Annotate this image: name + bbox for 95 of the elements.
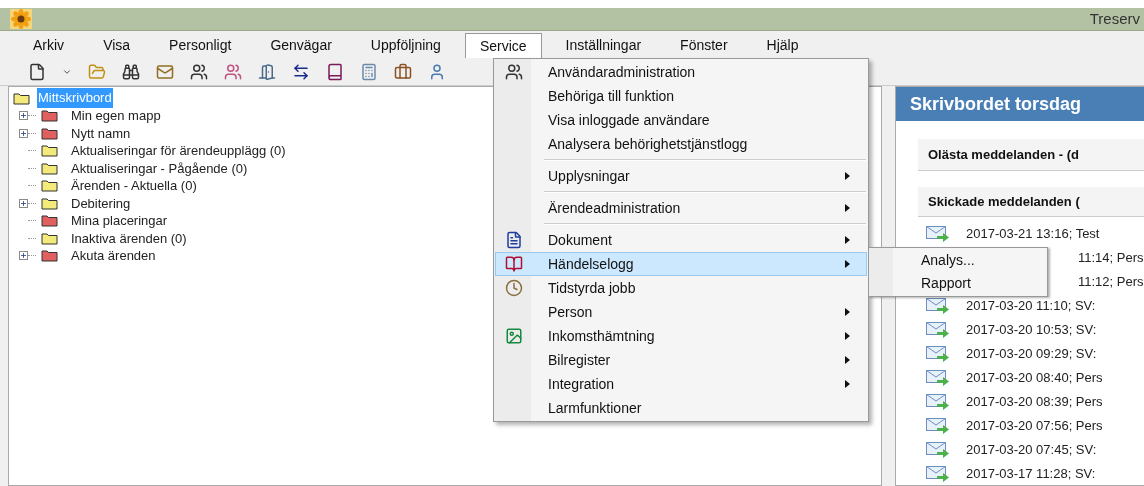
message-link[interactable]: 2017-03-17 11:28; SV: [966, 464, 1096, 484]
menu-label: Visa inloggade användare [548, 110, 710, 130]
menu-label: Integration [548, 374, 615, 394]
menu-label: Dokument [548, 230, 612, 250]
section-title[interactable]: Skickade meddelanden ( [928, 191, 1080, 212]
sent-mail-icon [926, 442, 950, 458]
message-link[interactable]: 2017-03-20 07:56; Pers [966, 416, 1103, 436]
message-link[interactable]: 2017-03-20 10:53; SV: [966, 320, 1097, 340]
menu-item[interactable]: Uppföljning [355, 33, 456, 58]
tree-item[interactable]: Inaktiva ärenden (0) [71, 228, 187, 248]
menu-label: Ärendeadministration [548, 198, 681, 218]
book-icon [505, 255, 523, 273]
window-title: Treserv [1089, 8, 1140, 29]
users-icon [505, 63, 523, 81]
menu-label: Analysera behörighetstjänstlogg [548, 134, 748, 154]
book-icon[interactable] [326, 62, 344, 81]
transfer-icon[interactable] [292, 62, 310, 81]
menu-item[interactable]: Inställningar [550, 33, 657, 58]
message-link[interactable]: 11:12; Pers [1078, 272, 1144, 292]
mail-icon[interactable] [156, 62, 174, 81]
group-icon[interactable] [224, 62, 242, 81]
menu-item[interactable]: Arkiv [18, 33, 80, 58]
dropdown-item[interactable]: Dokument [495, 228, 867, 252]
message-link[interactable]: 2017-03-20 08:39; Pers [966, 392, 1103, 412]
picture-frame-icon [505, 327, 523, 345]
dropdown-item[interactable]: Behöriga till funktion [495, 84, 867, 108]
message-link[interactable]: 2017-03-21 13:16; Test [966, 224, 1100, 244]
menu-label: Inkomsthämtning [548, 326, 655, 346]
sent-mail-icon [926, 394, 950, 410]
dropdown-item[interactable]: Upplysningar [495, 164, 867, 188]
expand-toggle[interactable] [19, 198, 28, 208]
tree-item[interactable]: Aktualiseringar för ärendeupplägg (0) [71, 141, 286, 161]
dropdown-item[interactable]: Visa inloggade användare [495, 108, 867, 132]
dropdown-item[interactable]: Analys... [869, 249, 1047, 272]
sent-mail-icon [926, 322, 950, 338]
dropdown-item[interactable]: Analysera behörighetstjänstlogg [495, 132, 867, 156]
sunflower-icon [10, 9, 32, 29]
sent-mail-icon [926, 418, 950, 434]
menu-label: Larmfunktioner [548, 398, 642, 418]
users-icon[interactable] [190, 62, 208, 81]
dropdown-item[interactable]: Inkomsthämtning [495, 324, 867, 348]
dropdown-item[interactable]: Larmfunktioner [495, 396, 867, 420]
sent-mail-icon [926, 298, 950, 314]
dropdown-item[interactable]: Person [495, 300, 867, 324]
dropdown-item[interactable]: Händelselogg [495, 252, 867, 276]
open-folder-icon[interactable] [88, 62, 106, 81]
clock-icon [505, 279, 523, 297]
message-link[interactable]: 2017-03-20 08:40; Pers [966, 368, 1103, 388]
menu-item[interactable]: Visa [88, 33, 146, 58]
message-link[interactable]: 11:14; Pers [1078, 248, 1144, 268]
tree-item[interactable]: Aktualiseringar - Pågående (0) [71, 158, 248, 178]
calculator-icon[interactable] [360, 62, 378, 81]
door-icon[interactable] [258, 62, 276, 81]
person-icon[interactable] [428, 62, 446, 81]
menu-label: Bilregister [548, 350, 611, 370]
new-document-icon[interactable] [28, 62, 46, 81]
desk-title: Skrivbordet torsdag [910, 92, 1082, 116]
dropdown-item[interactable]: Rapport [869, 272, 1047, 295]
section-title[interactable]: Olästa meddelanden - (d [928, 144, 1079, 165]
message-link[interactable]: 2017-03-20 11:10; SV: [966, 296, 1096, 316]
menu-item[interactable]: Genvägar [255, 33, 347, 58]
dropdown-item[interactable]: Ärendeadministration [495, 196, 867, 220]
menu-label: Behöriga till funktion [548, 86, 675, 106]
wallet-icon[interactable] [394, 62, 412, 81]
menu-item[interactable]: Hjälp [751, 33, 814, 58]
sent-mail-icon [926, 226, 950, 242]
tree-item[interactable]: Min egen mapp [71, 106, 161, 126]
sent-mail-icon [926, 346, 950, 362]
menu-item[interactable]: Fönster [665, 33, 743, 58]
dropdown-item[interactable]: Integration [495, 372, 867, 396]
sent-mail-icon [926, 370, 950, 386]
menu-label: Person [548, 302, 593, 322]
expand-toggle[interactable] [19, 251, 28, 261]
dropdown-item[interactable]: Bilregister [495, 348, 867, 372]
dropdown-item[interactable]: Tidstyrda jobb [495, 276, 867, 300]
tree-item[interactable]: Debitering [71, 193, 131, 213]
binoculars-icon[interactable] [122, 62, 140, 81]
menu-label: Tidstyrda jobb [548, 278, 636, 298]
menu-label: Upplysningar [548, 166, 630, 186]
open-folder-icon [13, 91, 31, 105]
tree-item[interactable]: Akuta ärenden [71, 246, 156, 266]
document-icon [505, 231, 523, 249]
tree-item[interactable]: Mina placeringar [71, 211, 168, 231]
menu-item[interactable]: Service [464, 33, 542, 58]
expand-toggle[interactable] [19, 128, 28, 138]
expand-toggle[interactable] [19, 111, 28, 121]
menu-label: Händelselogg [548, 254, 634, 274]
tree-item[interactable]: Ärenden - Aktuella (0) [71, 176, 197, 196]
message-link[interactable]: 2017-03-20 09:29; SV: [966, 344, 1097, 364]
menu-item[interactable]: Personligt [154, 33, 247, 58]
message-link[interactable]: 2017-03-20 07:45; SV: [966, 440, 1097, 460]
dropdown-item[interactable]: Användaradministration [495, 60, 867, 84]
menu-label: Användaradministration [548, 62, 696, 82]
tree-item[interactable]: Nytt namn [71, 123, 131, 143]
sent-mail-icon [926, 466, 950, 482]
